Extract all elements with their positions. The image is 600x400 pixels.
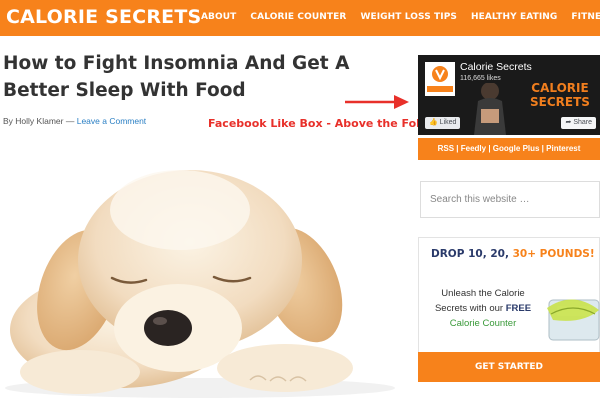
promo-headline-highlight: 30+ POUNDS! [512, 248, 595, 260]
search-input[interactable] [421, 182, 599, 217]
annotation-arrow-icon [345, 95, 409, 109]
facebook-like-count: 116,665 likes [460, 75, 501, 82]
facebook-cover-brand: CALORIE SECRETS [520, 81, 600, 109]
annotation-label: Facebook Like Box - Above the Fold [208, 117, 428, 130]
share-arrow-icon: ➦ [565, 119, 572, 126]
thumbs-up-icon: 👍 [429, 119, 438, 126]
facebook-share-button[interactable]: ➦ Share [561, 117, 596, 129]
promo-body-line2-prefix: Secrets with our [434, 303, 506, 314]
promo-body-line3: Calorie Counter [449, 318, 517, 329]
share-label: Share [573, 119, 592, 126]
nav-item-healthy-eating[interactable]: HEALTHY EATING [471, 12, 557, 22]
get-started-button[interactable]: GET STARTED [418, 352, 600, 382]
byline-author: By Holly Klamer [3, 116, 64, 126]
site-logo[interactable]: CALORIE SECRETS [6, 6, 201, 28]
post-title[interactable]: How to Fight Insomnia And Get A Better S… [3, 50, 403, 104]
main-nav: ABOUT CALORIE COUNTER WEIGHT LOSS TIPS H… [201, 12, 600, 22]
nav-item-fitness[interactable]: FITNESS [571, 12, 600, 22]
social-links-bar[interactable]: RSS | Feedly | Google Plus | Pinterest [418, 138, 600, 160]
nav-item-calorie-counter[interactable]: CALORIE COUNTER [250, 12, 346, 22]
promo-body: Unleash the Calorie Secrets with our FRE… [433, 286, 533, 331]
cover-brand-line1: CALORIE [531, 81, 589, 95]
promo-headline: DROP 10, 20, 30+ POUNDS! [431, 248, 595, 260]
post-byline: By Holly Klamer — Leave a Comment [3, 116, 146, 126]
promo-body-line1: Unleash the Calorie [441, 288, 525, 299]
site-header: CALORIE SECRETS ABOUT CALORIE COUNTER WE… [0, 0, 600, 36]
facebook-page-logo [425, 62, 455, 96]
byline-separator: — [65, 116, 75, 126]
nav-item-about[interactable]: ABOUT [201, 12, 236, 22]
promo-free-label: FREE [505, 303, 532, 314]
nav-item-weight-loss-tips[interactable]: WEIGHT LOSS TIPS [360, 12, 457, 22]
facebook-page-name[interactable]: Calorie Secrets [460, 61, 532, 73]
facebook-liked-button[interactable]: 👍 Liked [425, 117, 461, 129]
promo-body-line2: Secrets with our FREE [433, 301, 533, 316]
search-box [420, 181, 600, 218]
model-silhouette-image [474, 83, 506, 135]
liked-label: Liked [439, 119, 457, 126]
calorie-secrets-logo-icon [427, 66, 453, 92]
promo-headline-main: DROP 10, 20, [431, 248, 513, 260]
sleeping-puppy-image [5, 170, 395, 398]
scale-measuring-tape-image [547, 299, 600, 341]
facebook-like-box[interactable]: Calorie Secrets 116,665 likes CALORIE SE… [418, 55, 600, 135]
cover-brand-line2: SECRETS [530, 95, 590, 109]
leave-comment-link[interactable]: Leave a Comment [77, 116, 146, 126]
